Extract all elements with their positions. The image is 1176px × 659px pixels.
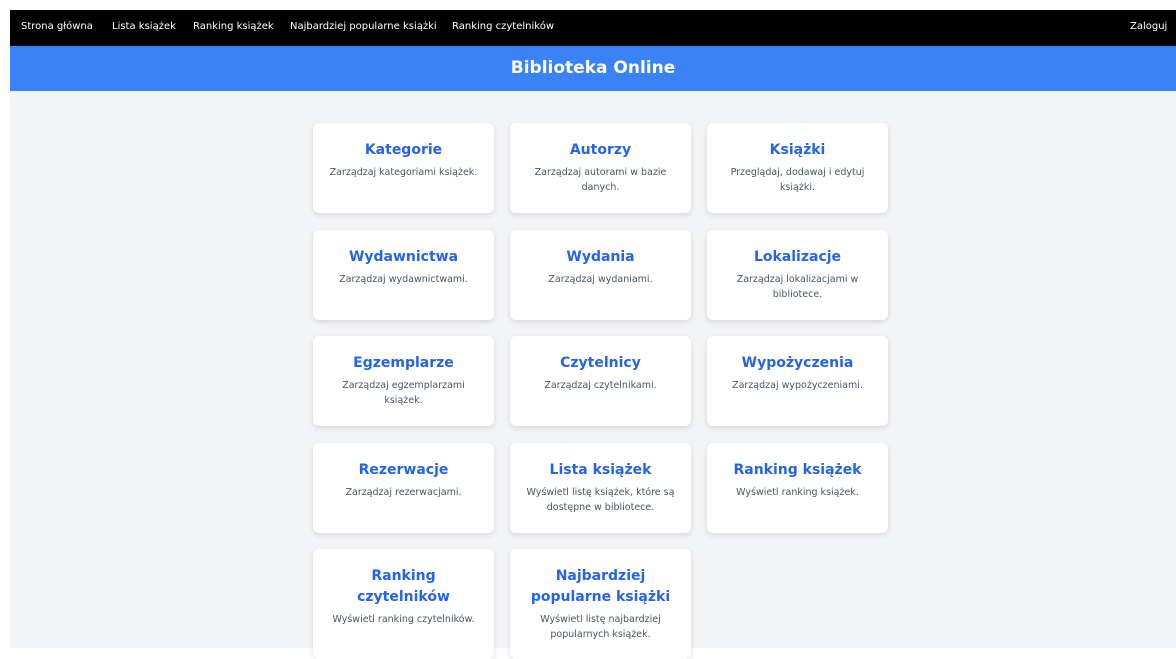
card-readers[interactable]: Czytelnicy Zarządzaj czytelnikami. <box>510 336 691 426</box>
card-description: Zarządzaj lokalizacjami w bibliotece. <box>736 274 859 300</box>
card-title: Wydania <box>566 249 635 265</box>
card-locations[interactable]: Lokalizacje Zarządzaj lokalizacjami w bi… <box>707 230 888 320</box>
card-title: Wydawnictwa <box>348 249 459 265</box>
main-content: Kategorie Zarządzaj kategoriami książek.… <box>10 91 1176 659</box>
card-description: Zarządzaj czytelnikami. <box>544 380 657 391</box>
top-nav-bar: Strona główna Lista książek Ranking ksią… <box>10 10 1176 46</box>
card-description: Zarządzaj wydawnictwami. <box>339 274 468 285</box>
card-description: Przeglądaj, dodawaj i edytuj książki. <box>730 167 865 193</box>
nav-link-book-ranking[interactable]: Ranking książek <box>193 21 274 32</box>
nav-link-reader-ranking[interactable]: Ranking czytelników <box>452 21 554 32</box>
card-description: Zarządzaj kategoriami książek. <box>329 167 478 178</box>
card-books[interactable]: Książki Przeglądaj, dodawaj i edytuj ksi… <box>707 123 888 213</box>
card-title: Wypożyczenia <box>741 355 854 371</box>
card-publishers[interactable]: Wydawnictwa Zarządzaj wydawnictwami. <box>313 230 494 320</box>
card-reader-ranking[interactable]: Ranking czytelników Wyświetl ranking czy… <box>313 549 494 659</box>
card-title: Ranking czytelników <box>357 568 450 605</box>
card-description: Wyświetl ranking czytelników. <box>332 614 475 625</box>
card-popular-books[interactable]: Najbardziej popularne książki Wyświetl l… <box>510 549 691 659</box>
card-title: Lokalizacje <box>753 249 842 265</box>
card-reservations[interactable]: Rezerwacje Zarządzaj rezerwacjami. <box>313 443 494 533</box>
card-description: Zarządzaj wypożyczeniami. <box>732 380 863 391</box>
card-loans[interactable]: Wypożyczenia Zarządzaj wypożyczeniami. <box>707 336 888 426</box>
card-description: Zarządzaj egzemplarzami książek. <box>342 380 465 406</box>
nav-link-home[interactable]: Strona główna <box>21 21 93 32</box>
card-description: Wyświetl ranking książek. <box>736 487 859 498</box>
card-editions[interactable]: Wydania Zarządzaj wydaniami. <box>510 230 691 320</box>
card-description: Zarządzaj wydaniami. <box>548 274 653 285</box>
card-title: Egzemplarze <box>353 355 454 371</box>
card-description: Zarządzaj autorami w bazie danych. <box>534 167 667 193</box>
card-authors[interactable]: Autorzy Zarządzaj autorami w bazie danyc… <box>510 123 691 213</box>
card-description: Wyświetl listę najbardziej popularnych k… <box>540 614 661 640</box>
card-categories[interactable]: Kategorie Zarządzaj kategoriami książek. <box>313 123 494 213</box>
card-title: Lista książek <box>549 462 652 478</box>
card-title: Książki <box>769 142 826 158</box>
card-copies[interactable]: Egzemplarze Zarządzaj egzemplarzami ksią… <box>313 336 494 426</box>
login-link[interactable]: Zaloguj <box>1130 21 1167 32</box>
nav-link-popular-books[interactable]: Najbardziej popularne książki <box>290 21 437 32</box>
nav-link-book-list[interactable]: Lista książek <box>112 21 176 32</box>
page-header: Biblioteka Online <box>10 46 1176 91</box>
card-title: Czytelnicy <box>560 355 641 371</box>
card-book-list[interactable]: Lista książek Wyświetl listę książek, kt… <box>510 443 691 533</box>
card-title: Kategorie <box>364 142 443 158</box>
page-title: Biblioteka Online <box>510 58 676 78</box>
card-title: Autorzy <box>569 142 632 158</box>
card-description: Zarządzaj rezerwacjami. <box>345 487 462 498</box>
card-title: Najbardziej popularne książki <box>530 568 671 605</box>
card-title: Rezerwacje <box>358 462 449 478</box>
card-title: Ranking książek <box>733 462 862 478</box>
card-description: Wyświetl listę książek, które są dostępn… <box>526 487 675 513</box>
card-book-ranking[interactable]: Ranking książek Wyświetl ranking książek… <box>707 443 888 533</box>
